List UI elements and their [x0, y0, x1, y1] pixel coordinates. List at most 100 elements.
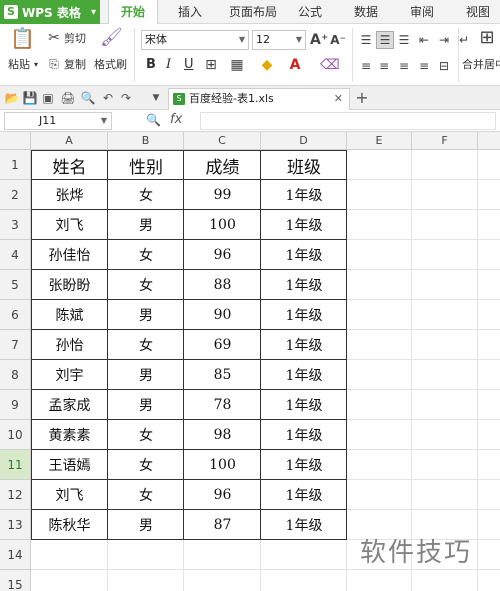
- align-middle-icon[interactable]: ☰: [376, 31, 394, 49]
- font-size-select[interactable]: 12 ▼: [252, 30, 306, 50]
- clear-format-icon[interactable]: ⌫: [320, 57, 340, 73]
- table-cell[interactable]: 女: [108, 180, 184, 210]
- table-cell[interactable]: 女: [108, 270, 184, 300]
- table-cell[interactable]: 69: [184, 330, 261, 360]
- font-color-icon[interactable]: A: [286, 57, 304, 73]
- table-cell[interactable]: 女: [108, 480, 184, 510]
- table-cell[interactable]: 90: [184, 300, 261, 330]
- table-cell[interactable]: 1年级: [261, 180, 347, 210]
- table-cell[interactable]: 张烨: [31, 180, 108, 210]
- fill-color-icon[interactable]: ◆: [258, 57, 276, 73]
- table-cell[interactable]: 85: [184, 360, 261, 390]
- table-cell[interactable]: 刘飞: [31, 480, 108, 510]
- table-cell[interactable]: 张盼盼: [31, 270, 108, 300]
- column-header-f[interactable]: F: [412, 132, 478, 150]
- align-right-icon[interactable]: ≡: [396, 58, 412, 74]
- table-cell[interactable]: 98: [184, 420, 261, 450]
- row-header-15[interactable]: 15: [0, 570, 31, 591]
- row-header-14[interactable]: 14: [0, 540, 31, 570]
- open-folder-icon[interactable]: 📂: [4, 90, 20, 106]
- table-cell[interactable]: 王语嫣: [31, 450, 108, 480]
- table-cell[interactable]: 1年级: [261, 240, 347, 270]
- table-cell[interactable]: 100: [184, 450, 261, 480]
- table-cell[interactable]: 女: [108, 240, 184, 270]
- customize-toolbar-icon[interactable]: ▼: [148, 90, 164, 106]
- column-header-a[interactable]: A: [31, 132, 108, 150]
- table-cell[interactable]: 1年级: [261, 450, 347, 480]
- redo-icon[interactable]: ↷: [118, 90, 134, 106]
- row-header-9[interactable]: 9: [0, 390, 31, 420]
- table-cell[interactable]: 99: [184, 180, 261, 210]
- column-header-g[interactable]: G: [478, 132, 500, 150]
- paste-dropdown-icon[interactable]: ▾: [34, 58, 38, 72]
- table-cell[interactable]: 陈斌: [31, 300, 108, 330]
- font-name-select[interactable]: 宋体 ▼: [141, 30, 249, 50]
- distribute-icon[interactable]: ⊟: [436, 58, 452, 74]
- save-icon[interactable]: 💾: [22, 90, 38, 106]
- insert-function-button[interactable]: fx: [170, 112, 182, 127]
- table-cell[interactable]: 黄素素: [31, 420, 108, 450]
- name-box[interactable]: J11 ▼: [4, 112, 112, 130]
- table-cell[interactable]: 陈秋华: [31, 510, 108, 540]
- indent-decrease-icon[interactable]: ⇤: [416, 32, 432, 48]
- row-header-10[interactable]: 10: [0, 420, 31, 450]
- table-cell[interactable]: 1年级: [261, 300, 347, 330]
- table-cell[interactable]: 1年级: [261, 210, 347, 240]
- table-cell[interactable]: 1年级: [261, 420, 347, 450]
- table-cell[interactable]: 女: [108, 330, 184, 360]
- row-header-7[interactable]: 7: [0, 330, 31, 360]
- row-header-11[interactable]: 11: [0, 450, 31, 480]
- print-preview-icon[interactable]: ▣: [40, 90, 56, 106]
- italic-button[interactable]: I: [166, 58, 171, 72]
- tab-insert[interactable]: 插入: [168, 0, 212, 24]
- justify-icon[interactable]: ≡: [416, 58, 432, 74]
- undo-icon[interactable]: ↶: [100, 90, 116, 106]
- table-cell[interactable]: 1年级: [261, 510, 347, 540]
- paste-button[interactable]: 粘贴: [8, 58, 30, 72]
- table-cell[interactable]: 100: [184, 210, 261, 240]
- tab-view[interactable]: 视图: [458, 0, 498, 24]
- copy-icon[interactable]: ⎘: [46, 56, 62, 72]
- preview-icon[interactable]: 🔍: [80, 90, 96, 106]
- table-header-cell[interactable]: 性别: [108, 150, 184, 180]
- table-cell[interactable]: 87: [184, 510, 261, 540]
- decrease-font-icon[interactable]: A⁻: [330, 32, 346, 48]
- column-header-c[interactable]: C: [184, 132, 261, 150]
- table-cell[interactable]: 孙佳怡: [31, 240, 108, 270]
- print-icon[interactable]: 🖨: [60, 90, 76, 106]
- format-painter-button[interactable]: 格式刷: [94, 58, 127, 72]
- fill-pattern-icon[interactable]: ▦: [228, 57, 246, 73]
- table-cell[interactable]: 刘宇: [31, 360, 108, 390]
- row-header-4[interactable]: 4: [0, 240, 31, 270]
- row-header-1[interactable]: 1: [0, 150, 31, 180]
- copy-button[interactable]: 复制: [64, 58, 86, 72]
- align-center-icon[interactable]: ≡: [376, 58, 392, 74]
- table-cell[interactable]: 男: [108, 300, 184, 330]
- table-cell[interactable]: 男: [108, 360, 184, 390]
- merge-cells-icon[interactable]: ⊞: [476, 29, 498, 47]
- row-header-2[interactable]: 2: [0, 180, 31, 210]
- table-cell[interactable]: 1年级: [261, 480, 347, 510]
- table-cell[interactable]: 1年级: [261, 270, 347, 300]
- select-all-corner[interactable]: [0, 132, 31, 150]
- spreadsheet-grid[interactable]: ABCDEFG123456789101112131415姓名性别成绩班级张烨女9…: [0, 132, 500, 591]
- border-icon[interactable]: ⊞: [202, 57, 220, 73]
- table-cell[interactable]: 孙怡: [31, 330, 108, 360]
- row-header-8[interactable]: 8: [0, 360, 31, 390]
- new-tab-icon[interactable]: +: [354, 90, 370, 106]
- formula-input[interactable]: [200, 112, 496, 130]
- format-painter-icon[interactable]: 🖌: [100, 29, 123, 47]
- table-cell[interactable]: 88: [184, 270, 261, 300]
- table-cell[interactable]: 男: [108, 390, 184, 420]
- align-top-icon[interactable]: ☰: [358, 32, 374, 48]
- table-cell[interactable]: 女: [108, 450, 184, 480]
- tab-data[interactable]: 数据: [346, 0, 386, 24]
- table-header-cell[interactable]: 成绩: [184, 150, 261, 180]
- wps-app-menu-button[interactable]: S WPS 表格 ▾: [0, 0, 100, 24]
- column-header-e[interactable]: E: [347, 132, 412, 150]
- table-cell[interactable]: 1年级: [261, 360, 347, 390]
- row-header-12[interactable]: 12: [0, 480, 31, 510]
- table-cell[interactable]: 1年级: [261, 390, 347, 420]
- row-header-5[interactable]: 5: [0, 270, 31, 300]
- table-cell[interactable]: 78: [184, 390, 261, 420]
